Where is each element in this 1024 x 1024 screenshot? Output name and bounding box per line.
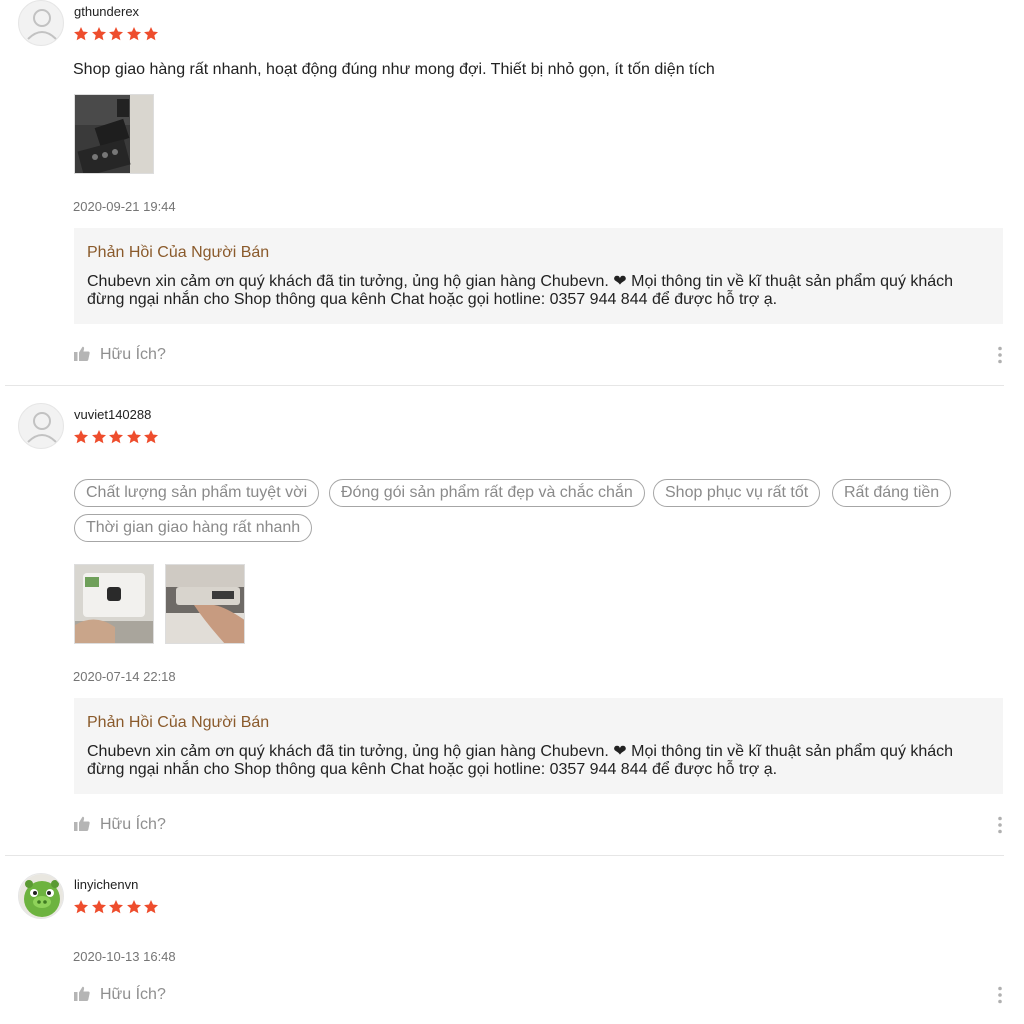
review-tag: Chất lượng sản phẩm tuyệt vời	[74, 479, 320, 507]
star-icon	[91, 899, 109, 915]
star-rating	[73, 429, 161, 447]
star-rating	[73, 26, 161, 44]
star-icon	[108, 26, 126, 42]
review-tag: Đóng gói sản phẩm rất đẹp và chắc chắn	[329, 479, 645, 507]
star-icon	[73, 429, 91, 445]
review-photo[interactable]	[74, 94, 154, 174]
review-photo[interactable]	[165, 564, 245, 644]
star-icon	[143, 26, 161, 42]
seller-reply-text: Chubevn xin cảm ơn quý khách đã tin tưởn…	[87, 273, 954, 308]
thumbs-up-icon	[74, 816, 90, 836]
seller-reply-title: Phản Hồi Của Người Bán	[87, 244, 270, 261]
review-username[interactable]: linyichenvn	[74, 877, 138, 892]
review-photo[interactable]	[74, 564, 154, 644]
review-item: vuviet140288 Chất lượng sản phẩm tuyệt v…	[0, 386, 1024, 856]
review-username[interactable]: gthunderex	[74, 4, 139, 19]
pig-avatar-icon[interactable]	[18, 873, 64, 919]
seller-reply-title: Phản Hồi Của Người Bán	[87, 714, 270, 731]
star-icon	[126, 26, 144, 42]
more-vertical-icon[interactable]	[997, 346, 1003, 364]
review-tag: Thời gian giao hàng rất nhanh	[74, 514, 313, 542]
review-date: 2020-10-13 16:48	[73, 949, 176, 964]
star-icon	[143, 899, 161, 915]
thumbs-up-icon	[74, 346, 90, 366]
review-comment: Shop giao hàng rất nhanh, hoạt động đúng…	[73, 61, 715, 78]
review-username[interactable]: vuviet140288	[74, 407, 151, 422]
star-icon	[91, 429, 109, 445]
star-icon	[126, 429, 144, 445]
review-tag: Rất đáng tiền	[832, 479, 952, 507]
review-item: gthunderex Shop giao hàng rất nhanh, hoạ…	[0, 0, 1024, 386]
more-vertical-icon[interactable]	[997, 986, 1003, 1004]
star-icon	[143, 429, 161, 445]
review-tag: Shop phục vụ rất tốt	[653, 479, 821, 507]
star-icon	[73, 26, 91, 42]
review-item: linyichenvn 2020-10-13 16:48 Hữu Ích?	[0, 856, 1024, 1024]
star-icon	[108, 899, 126, 915]
star-rating	[73, 899, 161, 917]
seller-reply-text: Chubevn xin cảm ơn quý khách đã tin tưởn…	[87, 743, 954, 778]
more-vertical-icon[interactable]	[997, 816, 1003, 834]
star-icon	[108, 429, 126, 445]
helpful-label: Hữu Ích?	[100, 346, 166, 363]
seller-reply: Phản Hồi Của Người Bán Chubevn xin cảm ơ…	[74, 698, 1003, 794]
helpful-label: Hữu Ích?	[100, 816, 166, 833]
default-avatar-icon[interactable]	[18, 403, 64, 449]
star-icon	[126, 899, 144, 915]
default-avatar-icon[interactable]	[18, 0, 64, 46]
star-icon	[91, 26, 109, 42]
star-icon	[73, 899, 91, 915]
thumbs-up-icon	[74, 986, 90, 1006]
helpful-label: Hữu Ích?	[100, 986, 166, 1003]
review-date: 2020-09-21 19:44	[73, 199, 176, 214]
review-date: 2020-07-14 22:18	[73, 669, 176, 684]
seller-reply: Phản Hồi Của Người Bán Chubevn xin cảm ơ…	[74, 228, 1003, 324]
